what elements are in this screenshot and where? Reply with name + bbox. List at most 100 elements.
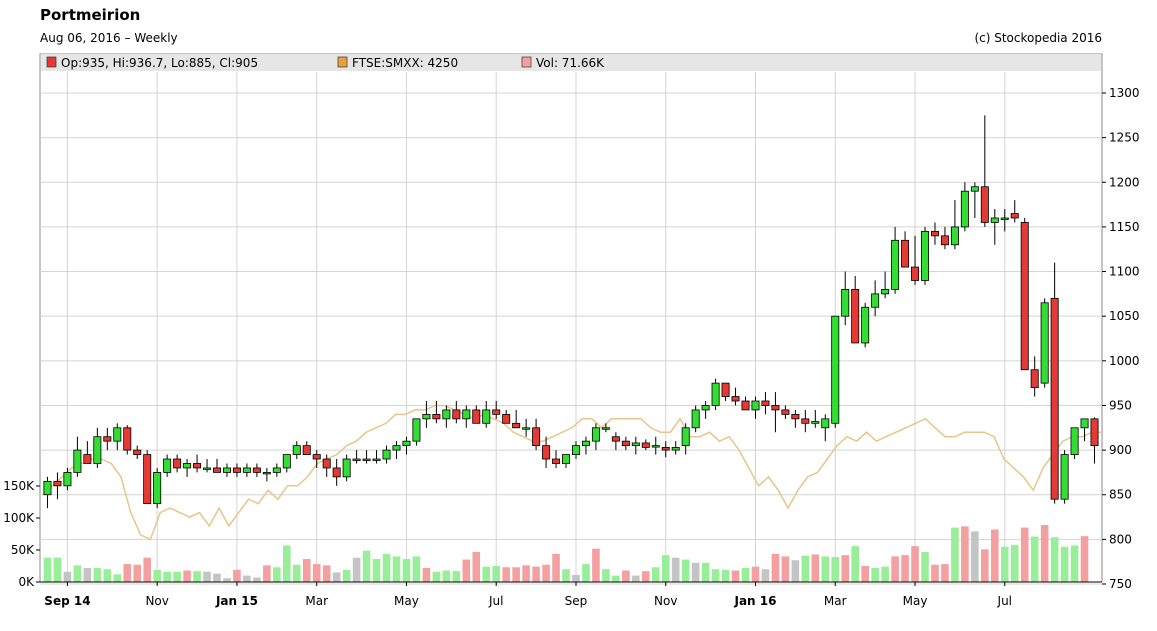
candle-body [53,480,62,487]
volume-bar [1080,536,1089,582]
volume-bar [841,555,850,582]
volume-bar [322,565,331,582]
candle-body [422,413,431,420]
volume-bar [592,548,600,582]
volume-bar [73,565,82,582]
candle-body [771,405,780,411]
volume-bar [861,566,869,582]
volume-bar [1040,525,1049,582]
legend-swatch [337,56,348,68]
candle-body [482,409,491,424]
legend-label: FTSE:SMXX: 4250 [352,56,458,70]
candle-body [1040,302,1049,384]
volume-bar [911,546,919,582]
volume-tick-label: 100K [3,511,35,525]
candle-body [1070,427,1079,455]
legend-label: Vol: 71.66K [536,56,605,70]
volume-bar [382,553,391,582]
candle-body [133,449,142,455]
legend-label: Op:935, Hi:936.7, Lo:885, Cl:905 [61,56,258,70]
volume-bar [941,564,949,582]
candle-body [1020,222,1029,371]
candle-body [562,454,571,464]
price-tick-label: 750 [1109,577,1132,591]
volume-bar [302,558,311,582]
candle-body [342,458,351,478]
legend-swatch [521,56,532,68]
candle-body [751,400,760,411]
candle-body [113,427,122,442]
volume-bar [701,562,710,582]
volume-bar [342,569,351,582]
price-tick-label: 1200 [1109,175,1140,189]
volume-bar [542,564,550,582]
volume-bar [1030,536,1039,582]
volume-bar [1000,546,1009,582]
candle-body [651,445,660,448]
volume-bar [731,570,740,582]
volume-bar [123,564,132,582]
candle-body [412,418,421,442]
candle-body [332,467,341,478]
volume-bar [392,556,401,582]
volume-bar [93,567,102,582]
x-tick-label: Sep 14 [44,594,90,608]
volume-bar [153,569,161,582]
candle-body [681,427,690,447]
candle-body [123,427,132,451]
candle-body [801,418,810,424]
volume-bar [402,558,411,582]
volume-bar [502,567,510,582]
candle-body [741,400,750,411]
candle-body [73,449,82,473]
volume-bar [213,573,221,582]
x-tick-label: Nov [145,594,168,608]
volume-bar [751,566,760,582]
volume-bar [83,567,92,582]
candle-body [621,440,630,447]
x-tick-label: May [903,594,928,608]
candle-body [1030,369,1039,388]
volume-bar [113,574,122,582]
volume-bar [632,575,640,582]
candle-body [970,186,979,192]
volume-bar [622,570,630,582]
price-tick-label: 1100 [1109,265,1140,279]
candle-body [841,288,850,317]
volume-bar [352,557,361,582]
volume-bar [432,571,441,582]
volume-bar [273,567,281,582]
x-tick-label: Jan 15 [215,594,258,608]
volume-bar [991,529,999,582]
volume-bar [183,570,191,582]
volume-bar [671,557,680,582]
volume-bar [831,557,840,582]
volume-bar [1020,527,1029,582]
price-tick-label: 900 [1109,443,1132,457]
candle-body [591,427,600,442]
candle-body [213,467,221,473]
candle-body [512,422,521,429]
candle-body [203,467,212,470]
candle-body [930,230,939,237]
candle-body [811,421,820,424]
volume-bar [1070,545,1079,582]
candle-body [940,235,949,246]
price-tick-label: 1050 [1109,309,1140,323]
candle-body [242,467,251,473]
candle-body [761,400,770,406]
candle-body [1060,454,1069,500]
volume-bar [562,569,570,582]
volume-bar [981,549,989,582]
candle-body [881,288,890,295]
plot-area [39,53,1103,583]
volume-bar [572,574,580,582]
volume-bar [1050,537,1059,582]
volume-bar [781,556,790,582]
candle-body [352,458,361,461]
candle-body [911,266,920,281]
volume-bar [283,545,291,582]
volume-bar [811,554,820,582]
x-tick-label: May [394,594,419,608]
volume-bar [263,565,271,582]
